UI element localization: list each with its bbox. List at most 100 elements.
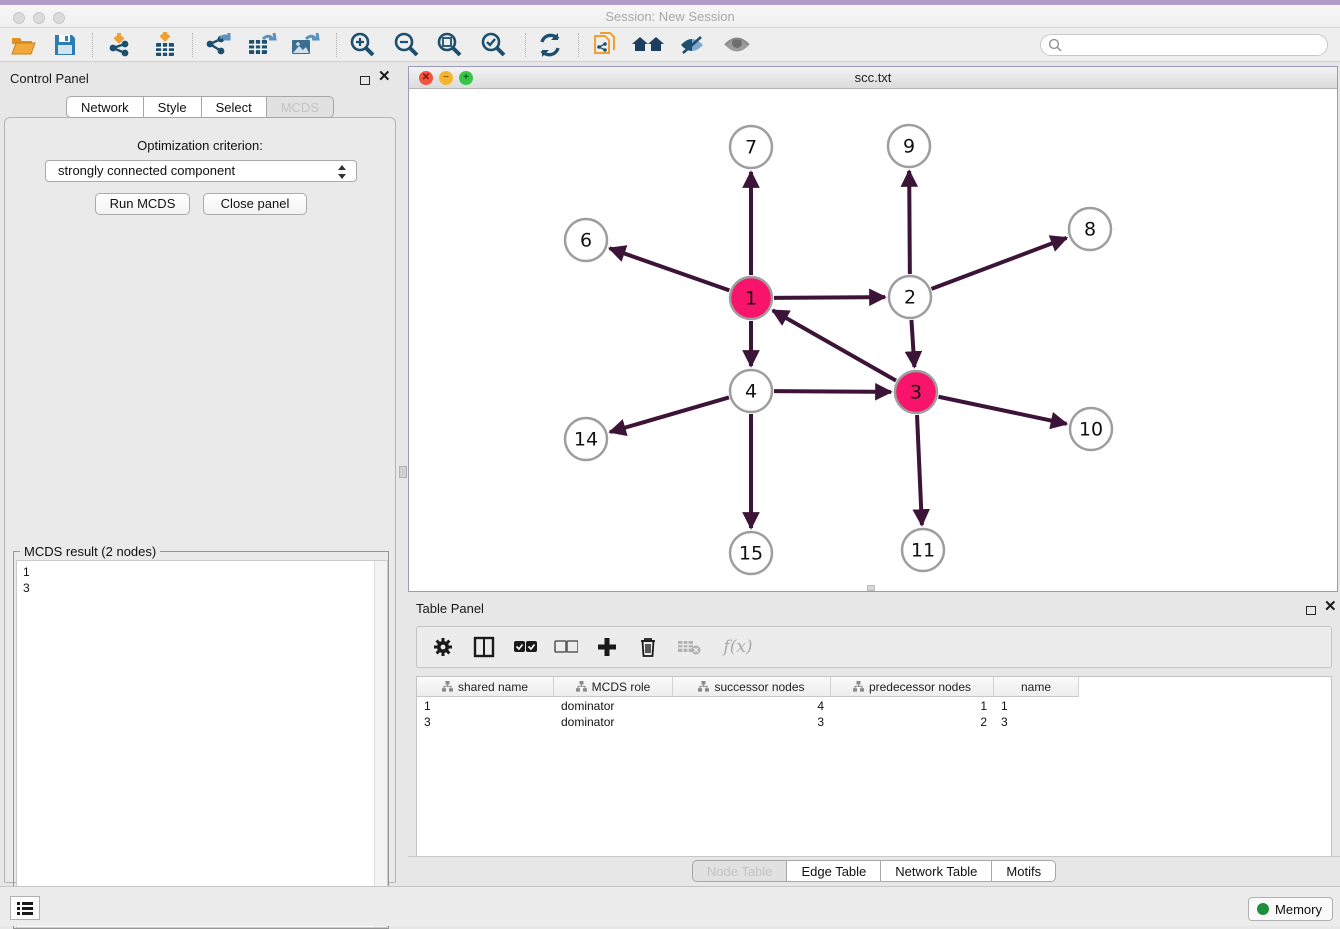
settings-gear-icon[interactable] <box>431 635 455 659</box>
minimize-view-button[interactable]: − <box>439 71 453 85</box>
graph-edge-4-14[interactable] <box>610 397 729 432</box>
first-neighbors-icon[interactable] <box>631 32 665 58</box>
memory-status-icon <box>1257 903 1269 915</box>
network-canvas[interactable]: 7968124314101511 <box>409 89 1337 591</box>
cell-MCDS-role[interactable]: dominator <box>554 714 673 730</box>
tab-mcds[interactable]: MCDS <box>267 96 334 118</box>
column-header-shared-name[interactable]: shared name <box>417 677 554 697</box>
deselect-all-icon[interactable] <box>554 635 578 659</box>
tab-network-table[interactable]: Network Table <box>881 860 992 882</box>
cell-shared-name[interactable]: 1 <box>417 698 554 714</box>
cell-predecessor-nodes[interactable]: 1 <box>831 698 994 714</box>
list-icon <box>16 900 34 916</box>
memory-button[interactable]: Memory <box>1248 897 1333 921</box>
save-session-icon[interactable] <box>48 32 82 58</box>
column-header-predecessor-nodes[interactable]: predecessor nodes <box>831 677 994 697</box>
add-column-icon[interactable] <box>595 635 619 659</box>
export-network-icon[interactable] <box>201 32 235 58</box>
tab-select[interactable]: Select <box>202 96 267 118</box>
maximize-window-button[interactable] <box>53 12 65 24</box>
close-view-button[interactable]: ✕ <box>419 71 433 85</box>
export-image-icon[interactable] <box>288 32 322 58</box>
graph-node-label-15: 15 <box>739 543 763 565</box>
splitter-grip[interactable] <box>399 466 407 478</box>
tab-edge-table[interactable]: Edge Table <box>787 860 881 882</box>
network-window-titlebar[interactable]: ✕ − + scc.txt <box>409 67 1337 89</box>
graph-edge-2-8[interactable] <box>932 238 1067 289</box>
tab-style[interactable]: Style <box>144 96 202 118</box>
close-table-panel-icon[interactable]: ✕ <box>1324 602 1337 612</box>
table-row[interactable]: 3dominator323 <box>417 714 1332 730</box>
graph-edge-3-10[interactable] <box>939 397 1067 424</box>
minimize-window-button[interactable] <box>33 12 45 24</box>
cell-name[interactable]: 1 <box>994 698 1079 714</box>
graph-edge-4-3[interactable] <box>774 391 891 392</box>
graph-edge-1-6[interactable] <box>610 248 730 290</box>
import-network-icon[interactable] <box>103 32 137 58</box>
cell-MCDS-role[interactable]: dominator <box>554 698 673 714</box>
table-header-row: shared nameMCDS role successor nodes prede… <box>417 677 1079 697</box>
import-table-icon[interactable] <box>148 32 182 58</box>
float-table-panel-icon[interactable] <box>1306 602 1316 620</box>
close-window-button[interactable] <box>13 12 25 24</box>
column-header-successor-nodes[interactable]: successor nodes <box>673 677 831 697</box>
mcds-result-title: MCDS result (2 nodes) <box>20 544 160 559</box>
zoom-selected-icon[interactable] <box>476 32 510 58</box>
graph-edge-3-11[interactable] <box>917 415 922 525</box>
run-mcds-button[interactable]: Run MCDS <box>95 193 190 215</box>
graph-edge-3-1[interactable] <box>773 310 896 380</box>
toolbar-separator <box>192 33 193 57</box>
panel-splitter[interactable] <box>399 62 407 886</box>
mcds-panel: Optimization criterion: strongly connect… <box>4 117 396 883</box>
cell-predecessor-nodes[interactable]: 2 <box>831 714 994 730</box>
network-view-title: scc.txt <box>409 67 1337 88</box>
column-header-label: successor nodes <box>714 680 804 694</box>
mcds-result-list[interactable]: 1 3 <box>16 560 388 928</box>
show-all-icon[interactable] <box>720 32 754 58</box>
cell-shared-name[interactable]: 3 <box>417 714 554 730</box>
table-row[interactable]: 1dominator411 <box>417 698 1332 714</box>
tab-motifs[interactable]: Motifs <box>992 860 1056 882</box>
cell-successor-nodes[interactable]: 3 <box>673 714 831 730</box>
column-type-icon <box>442 681 453 692</box>
column-header-name[interactable]: name <box>994 677 1079 697</box>
graph-node-label-7: 7 <box>745 137 757 159</box>
export-table-icon[interactable] <box>245 32 279 58</box>
task-history-button[interactable] <box>10 896 40 920</box>
zoom-out-icon[interactable] <box>389 32 423 58</box>
close-panel-icon[interactable]: ✕ <box>378 72 391 82</box>
graph-node-label-1: 1 <box>745 288 757 310</box>
tab-network[interactable]: Network <box>66 96 144 118</box>
split-columns-icon[interactable] <box>472 635 496 659</box>
graph-edge-1-2[interactable] <box>774 297 885 298</box>
delete-column-icon[interactable] <box>636 635 660 659</box>
graph-edge-2-3[interactable] <box>911 320 914 367</box>
apply-layout-icon[interactable] <box>533 32 567 58</box>
graph-node-label-4: 4 <box>745 381 757 403</box>
select-all-icon[interactable] <box>513 635 537 659</box>
toolbar-separator <box>578 33 579 57</box>
network-overview-icon[interactable] <box>588 32 622 58</box>
float-panel-icon[interactable] <box>360 72 370 90</box>
node-table[interactable]: shared nameMCDS role successor nodes prede… <box>416 676 1332 856</box>
criterion-dropdown[interactable]: strongly connected component <box>45 160 357 182</box>
graph-node-label-9: 9 <box>903 136 915 158</box>
search-icon <box>1048 38 1062 52</box>
tab-node-table[interactable]: Node Table <box>692 860 788 882</box>
cell-successor-nodes[interactable]: 4 <box>673 698 831 714</box>
graph-edge-2-9[interactable] <box>909 171 910 274</box>
result-scrollbar[interactable] <box>374 561 387 927</box>
window-title: Session: New Session <box>0 5 1340 28</box>
view-splitter-grip[interactable] <box>867 585 875 591</box>
status-bar: Memory <box>0 886 1340 926</box>
close-panel-button[interactable]: Close panel <box>203 193 307 215</box>
hide-selected-icon[interactable] <box>675 32 709 58</box>
open-session-icon[interactable] <box>6 32 40 58</box>
table-tabs: Node TableEdge TableNetwork TableMotifs <box>408 860 1340 882</box>
maximize-view-button[interactable]: + <box>459 71 473 85</box>
column-header-MCDS-role[interactable]: MCDS role <box>554 677 673 697</box>
cell-name[interactable]: 3 <box>994 714 1079 730</box>
zoom-fit-icon[interactable] <box>432 32 466 58</box>
search-input[interactable] <box>1040 34 1328 56</box>
zoom-in-icon[interactable] <box>345 32 379 58</box>
